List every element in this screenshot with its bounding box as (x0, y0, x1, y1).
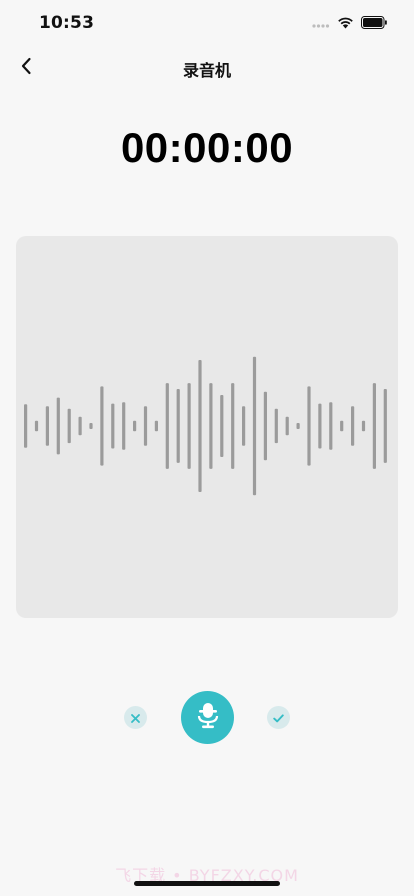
waveform-bar (361, 420, 366, 432)
waveform-bar (165, 383, 169, 469)
waveform-bar (209, 383, 213, 469)
cancel-button[interactable] (124, 706, 147, 729)
waveform-bar (111, 403, 115, 449)
waveform-bar (351, 406, 355, 446)
close-icon (131, 708, 140, 727)
waveform-bar (89, 423, 93, 429)
waveform-bar (176, 389, 180, 463)
waveform-bar (383, 389, 387, 463)
waveform-bar (122, 402, 126, 450)
status-icons (312, 14, 388, 32)
waveform-bar (198, 360, 202, 492)
waveform-bar (220, 395, 224, 457)
waveform-bar (45, 406, 49, 446)
waveform-bar (242, 406, 246, 446)
waveform-bar (34, 420, 39, 432)
waveform-bar (100, 386, 104, 466)
battery-icon (361, 14, 388, 33)
waveform-bar (154, 420, 158, 432)
voice-recorder-screen: 10:53 录音机 00:00:00 飞下载 • BYFZXY.COM (0, 0, 414, 896)
waveform-bar (372, 383, 376, 469)
waveform-bar (340, 420, 344, 432)
wifi-icon (337, 14, 354, 33)
waveform-visualization (24, 356, 387, 496)
waveform-bar (143, 406, 148, 446)
waveform-bar (187, 383, 191, 469)
waveform-bar (24, 404, 28, 448)
status-time: 10:53 (39, 13, 95, 33)
waveform-bar (252, 356, 257, 496)
waveform-bar (133, 420, 137, 432)
waveform-bar (67, 408, 71, 444)
status-bar: 10:53 (0, 0, 414, 46)
page-title: 录音机 (182, 61, 231, 80)
waveform-bar (307, 386, 311, 466)
recording-timer: 00:00:00 (120, 124, 294, 171)
waveform-bar (329, 402, 333, 450)
waveform-bar (296, 423, 300, 429)
waveform-bar (285, 416, 289, 436)
signal-dots-icon (312, 14, 330, 33)
waveform-panel (16, 236, 398, 618)
navigation-bar: 录音机 (0, 46, 414, 90)
checkmark-icon (273, 708, 284, 727)
confirm-button[interactable] (267, 706, 290, 729)
home-indicator (134, 881, 280, 886)
waveform-bar (263, 391, 267, 461)
waveform-bar (78, 416, 82, 436)
waveform-bar (56, 397, 60, 455)
waveform-bar (274, 408, 278, 444)
microphone-icon (197, 702, 219, 734)
waveform-bar (318, 403, 322, 449)
record-button[interactable] (181, 691, 234, 744)
waveform-bar (231, 383, 235, 469)
